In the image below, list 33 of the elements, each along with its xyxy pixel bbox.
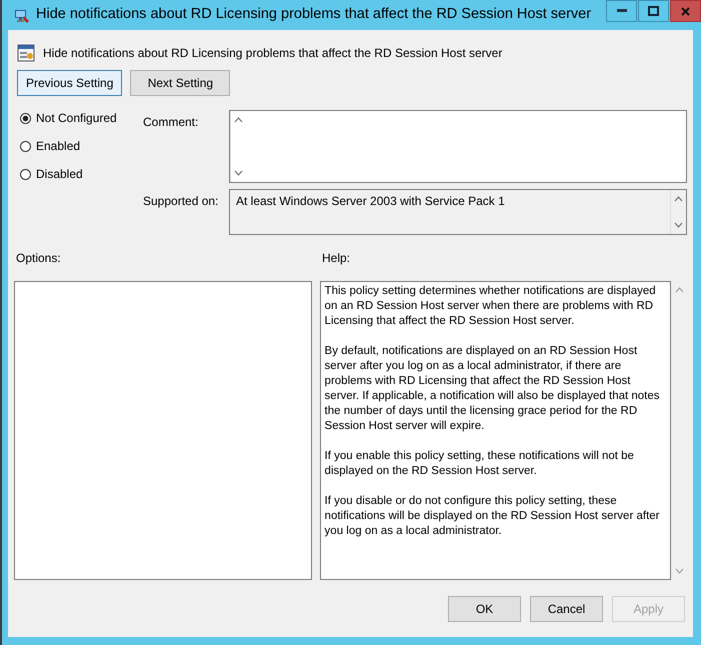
scroll-up-icon	[234, 117, 243, 123]
minimize-icon	[616, 9, 626, 13]
scroll-down-icon	[674, 222, 683, 228]
supported-label: Supported on:	[143, 193, 220, 210]
help-paragraph: If you disable or do not configure this policy setting, these notifications will be displayed on the RD Session Host server after you log on as a local administrator.	[324, 494, 660, 539]
dialog-button[interactable]: Cancel	[530, 596, 603, 622]
app-icon	[14, 8, 30, 24]
options-label: Options:	[16, 251, 62, 265]
radio-option[interactable]: Not Configured	[20, 110, 143, 126]
help-paragraph: This policy setting determines whether notifications are displayed on an RD Session Host server when there are problems with RD Licensing that affect the RD Session Host server.	[324, 284, 657, 329]
help-paragraph: If you enable this policy setting, these notifications will not be displayed on the RD Session Host server.	[324, 449, 635, 479]
help-paragraph: By default, notifications are displayed on an RD Session Host server after you log on as a local administrator, if there are problems with RD Licensing that affect the RD Session Host server. If applicable, a notification will also be displayed that notes the number of days until the licensing grace period for the RD Session Host server will expire.	[324, 344, 661, 434]
scroll-up-icon	[674, 196, 683, 202]
nav-button[interactable]: Next Setting	[130, 70, 230, 96]
scroll-down-icon	[674, 568, 684, 574]
maximize-button[interactable]	[638, 0, 669, 22]
maximize-icon	[648, 6, 659, 16]
policy-heading: Hide notifications about RD Licensing problems that affect the RD Session Host server	[43, 46, 502, 60]
scroll-up-icon	[674, 287, 684, 293]
comment-label: Comment:	[143, 114, 200, 131]
close-button[interactable]	[670, 0, 701, 22]
minimize-button[interactable]	[606, 0, 637, 22]
comment-field[interactable]	[229, 110, 687, 183]
supported-text: At least Windows Server 2003 with Service Pack 1	[235, 193, 506, 210]
dialog-button[interactable]: OK	[448, 596, 521, 622]
scroll-down-icon	[234, 170, 243, 176]
nav-button[interactable]: Previous Setting	[17, 70, 122, 96]
help-label: Help:	[322, 251, 350, 265]
radio-option[interactable]: Disabled	[20, 166, 143, 182]
window-title: Hide notifications about RD Licensing problems that affect the RD Session Host server	[36, 6, 592, 22]
radio-option[interactable]: Enabled	[20, 138, 143, 154]
policy-icon	[17, 44, 35, 62]
close-icon	[681, 6, 690, 16]
